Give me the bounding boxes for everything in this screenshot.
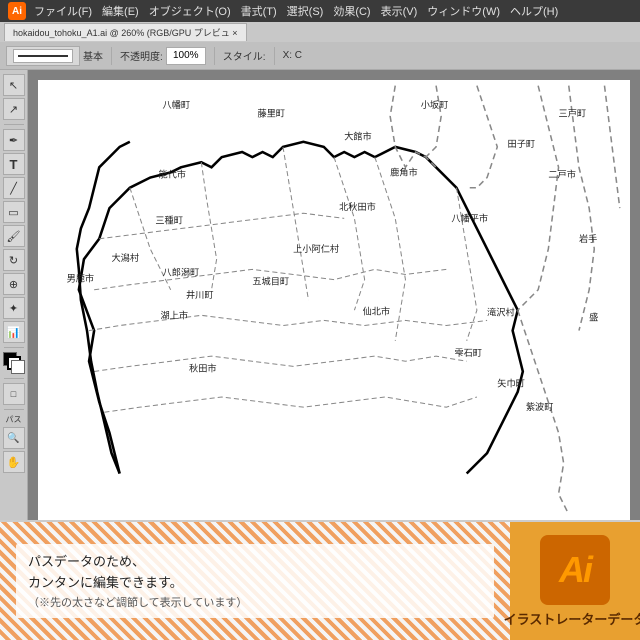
- menu-object[interactable]: オブジェクト(O): [149, 3, 231, 19]
- color-selector[interactable]: [3, 352, 25, 374]
- label-odate: 大館市: [344, 131, 372, 142]
- stroke-preview: [13, 49, 73, 63]
- label-hachirogata: 八郎潟町: [163, 267, 200, 278]
- label-shiwa: 紫波町: [526, 401, 554, 412]
- stroke-selector[interactable]: [6, 46, 80, 66]
- label-mori: 盛: [589, 311, 598, 322]
- hand-tool[interactable]: ✋: [3, 451, 25, 473]
- toolbar-divider-3: [274, 47, 275, 65]
- canvas-area[interactable]: 八幡町 藤里町 小坂町 三戸町 大館市 田子町 鹿角市 二戸市 能代市 三種町 …: [28, 70, 640, 520]
- description-box: パスデータのため、 カンタンに編集できます。 （※先の太さなど調節して表示してい…: [16, 544, 494, 618]
- toolbar-opacity: 不透明度: 100%: [120, 47, 206, 65]
- desc-line1: パスデータのため、: [28, 552, 482, 573]
- bottom-left-panel: パスデータのため、 カンタンに編集できます。 （※先の太さなど調節して表示してい…: [0, 522, 510, 640]
- menu-file[interactable]: ファイル(F): [34, 3, 92, 19]
- pen-tool[interactable]: ✒: [3, 129, 25, 151]
- tool-divider-1: [4, 124, 24, 125]
- menu-bar: ファイル(F) 編集(E) オブジェクト(O) 書式(T) 選択(S) 効果(C…: [34, 3, 558, 19]
- menu-edit[interactable]: 編集(E): [102, 3, 139, 19]
- label-hachinohe: 八幡町: [163, 99, 191, 110]
- label-takizawa: 滝沢村: [487, 306, 515, 317]
- tab-bar: hokaidou_tohoku_A1.ai @ 260% (RGB/GPU プレ…: [0, 22, 640, 42]
- brush-tool[interactable]: 🖌: [3, 225, 25, 247]
- bottom-panel: パスデータのため、 カンタンに編集できます。 （※先の太さなど調節して表示してい…: [0, 520, 640, 640]
- shape-tool[interactable]: ▭: [3, 201, 25, 223]
- toolbar-coords: X: C: [283, 50, 302, 61]
- toolbar-divider-2: [214, 47, 215, 65]
- stroke-line: [18, 55, 68, 57]
- label-fujisato: 藤里町: [257, 107, 285, 118]
- main-toolbar: 基本 不透明度: 100% スタイル: X: C: [0, 42, 640, 70]
- label-mitane: 三種町: [155, 215, 183, 225]
- label-noshiro: 能代市: [158, 169, 186, 180]
- tool-divider-3: [4, 378, 24, 379]
- toolbar-left: 基本: [6, 46, 103, 66]
- menu-select[interactable]: 選択(S): [287, 3, 324, 19]
- ai-logo: Ai: [559, 549, 591, 591]
- ai-logo-title: Ai: [8, 2, 26, 20]
- type-tool[interactable]: T: [3, 153, 25, 175]
- label-ninohe: 二戸市: [548, 169, 576, 180]
- label-gojome: 五城目町: [252, 277, 289, 287]
- tab-filename: hokaidou_tohoku_A1.ai @ 260% (RGB/GPU プレ…: [13, 26, 238, 39]
- screen-mode[interactable]: □: [3, 383, 25, 405]
- left-toolbar: ↖ ↗ ✒ T ╱ ▭ 🖌 ↻ ⊕ ✦ 📊 □ パス 🔍 ✋: [0, 70, 28, 520]
- label-ogata: 大潟村: [111, 252, 139, 263]
- bottom-right-panel: Ai イラストレーターデータ: [510, 522, 640, 640]
- menu-view[interactable]: 表示(V): [381, 3, 418, 19]
- label-sannohe: 三戸町: [559, 108, 587, 118]
- toolbar-style: スタイル:: [223, 48, 266, 63]
- opacity-label: 不透明度:: [120, 48, 163, 63]
- graph-tool[interactable]: 📊: [3, 321, 25, 343]
- eyedropper-tool[interactable]: ✦: [3, 297, 25, 319]
- label-oga: 男鹿市: [67, 273, 95, 284]
- map-svg: 八幡町 藤里町 小坂町 三戸町 大館市 田子町 鹿角市 二戸市 能代市 三種町 …: [38, 80, 630, 520]
- label-kazuno: 鹿角市: [390, 166, 418, 177]
- bottom-caption: イラストレーターデータ: [504, 609, 640, 628]
- menu-help[interactable]: ヘルプ(H): [510, 3, 558, 19]
- main-content: ↖ ↗ ✒ T ╱ ▭ 🖌 ↻ ⊕ ✦ 📊 □ パス 🔍 ✋: [0, 70, 640, 520]
- tool-divider-4: [4, 409, 24, 410]
- style-label: スタイル:: [223, 48, 266, 63]
- label-takko: 田子町: [508, 139, 536, 149]
- desc-line3: （※先の太さなど調節して表示しています）: [28, 594, 482, 610]
- menu-format[interactable]: 書式(T): [241, 3, 277, 19]
- title-bar: Ai ファイル(F) 編集(E) オブジェクト(O) 書式(T) 選択(S) 効…: [0, 0, 640, 22]
- label-kamikita: 上小阿仁村: [293, 243, 339, 254]
- label-iwate: 岩手: [579, 233, 597, 244]
- blend-tool[interactable]: ⊕: [3, 273, 25, 295]
- label-hachimantai: 八幡平市: [451, 212, 488, 223]
- x-label: X: C: [283, 50, 302, 61]
- document-tab[interactable]: hokaidou_tohoku_A1.ai @ 260% (RGB/GPU プレ…: [4, 23, 247, 41]
- zoom-tool[interactable]: 🔍: [3, 427, 25, 449]
- label-shizukuishi: 雫石町: [454, 348, 482, 358]
- menu-effect[interactable]: 効果(C): [333, 3, 370, 19]
- app-window: Ai ファイル(F) 編集(E) オブジェクト(O) 書式(T) 選択(S) 効…: [0, 0, 640, 640]
- label-semboku: 仙北市: [363, 305, 391, 316]
- rotate-tool[interactable]: ↻: [3, 249, 25, 271]
- canvas: 八幡町 藤里町 小坂町 三戸町 大館市 田子町 鹿角市 二戸市 能代市 三種町 …: [38, 80, 630, 520]
- paths-label: パス: [6, 414, 22, 425]
- line-tool[interactable]: ╱: [3, 177, 25, 199]
- label-kamikoani: 湖上市: [160, 309, 188, 320]
- label-kosaka: 小坂町: [421, 100, 449, 110]
- label-ikawa: 井川町: [186, 289, 214, 300]
- background-color[interactable]: [11, 360, 25, 374]
- tool-divider-2: [4, 347, 24, 348]
- select-tool[interactable]: ↖: [3, 74, 25, 96]
- label-yahaba: 矢巾町: [497, 378, 525, 389]
- label-akita: 秋田市: [189, 362, 217, 373]
- toolbar-divider-1: [111, 47, 112, 65]
- desc-line2: カンタンに編集できます。: [28, 573, 482, 594]
- direct-select-tool[interactable]: ↗: [3, 98, 25, 120]
- menu-window[interactable]: ウィンドウ(W): [427, 3, 500, 19]
- ai-logo-box: Ai: [540, 535, 610, 605]
- stroke-label: 基本: [83, 48, 103, 63]
- opacity-input[interactable]: 100%: [166, 47, 206, 65]
- label-kitaakita: 北秋田市: [339, 201, 376, 212]
